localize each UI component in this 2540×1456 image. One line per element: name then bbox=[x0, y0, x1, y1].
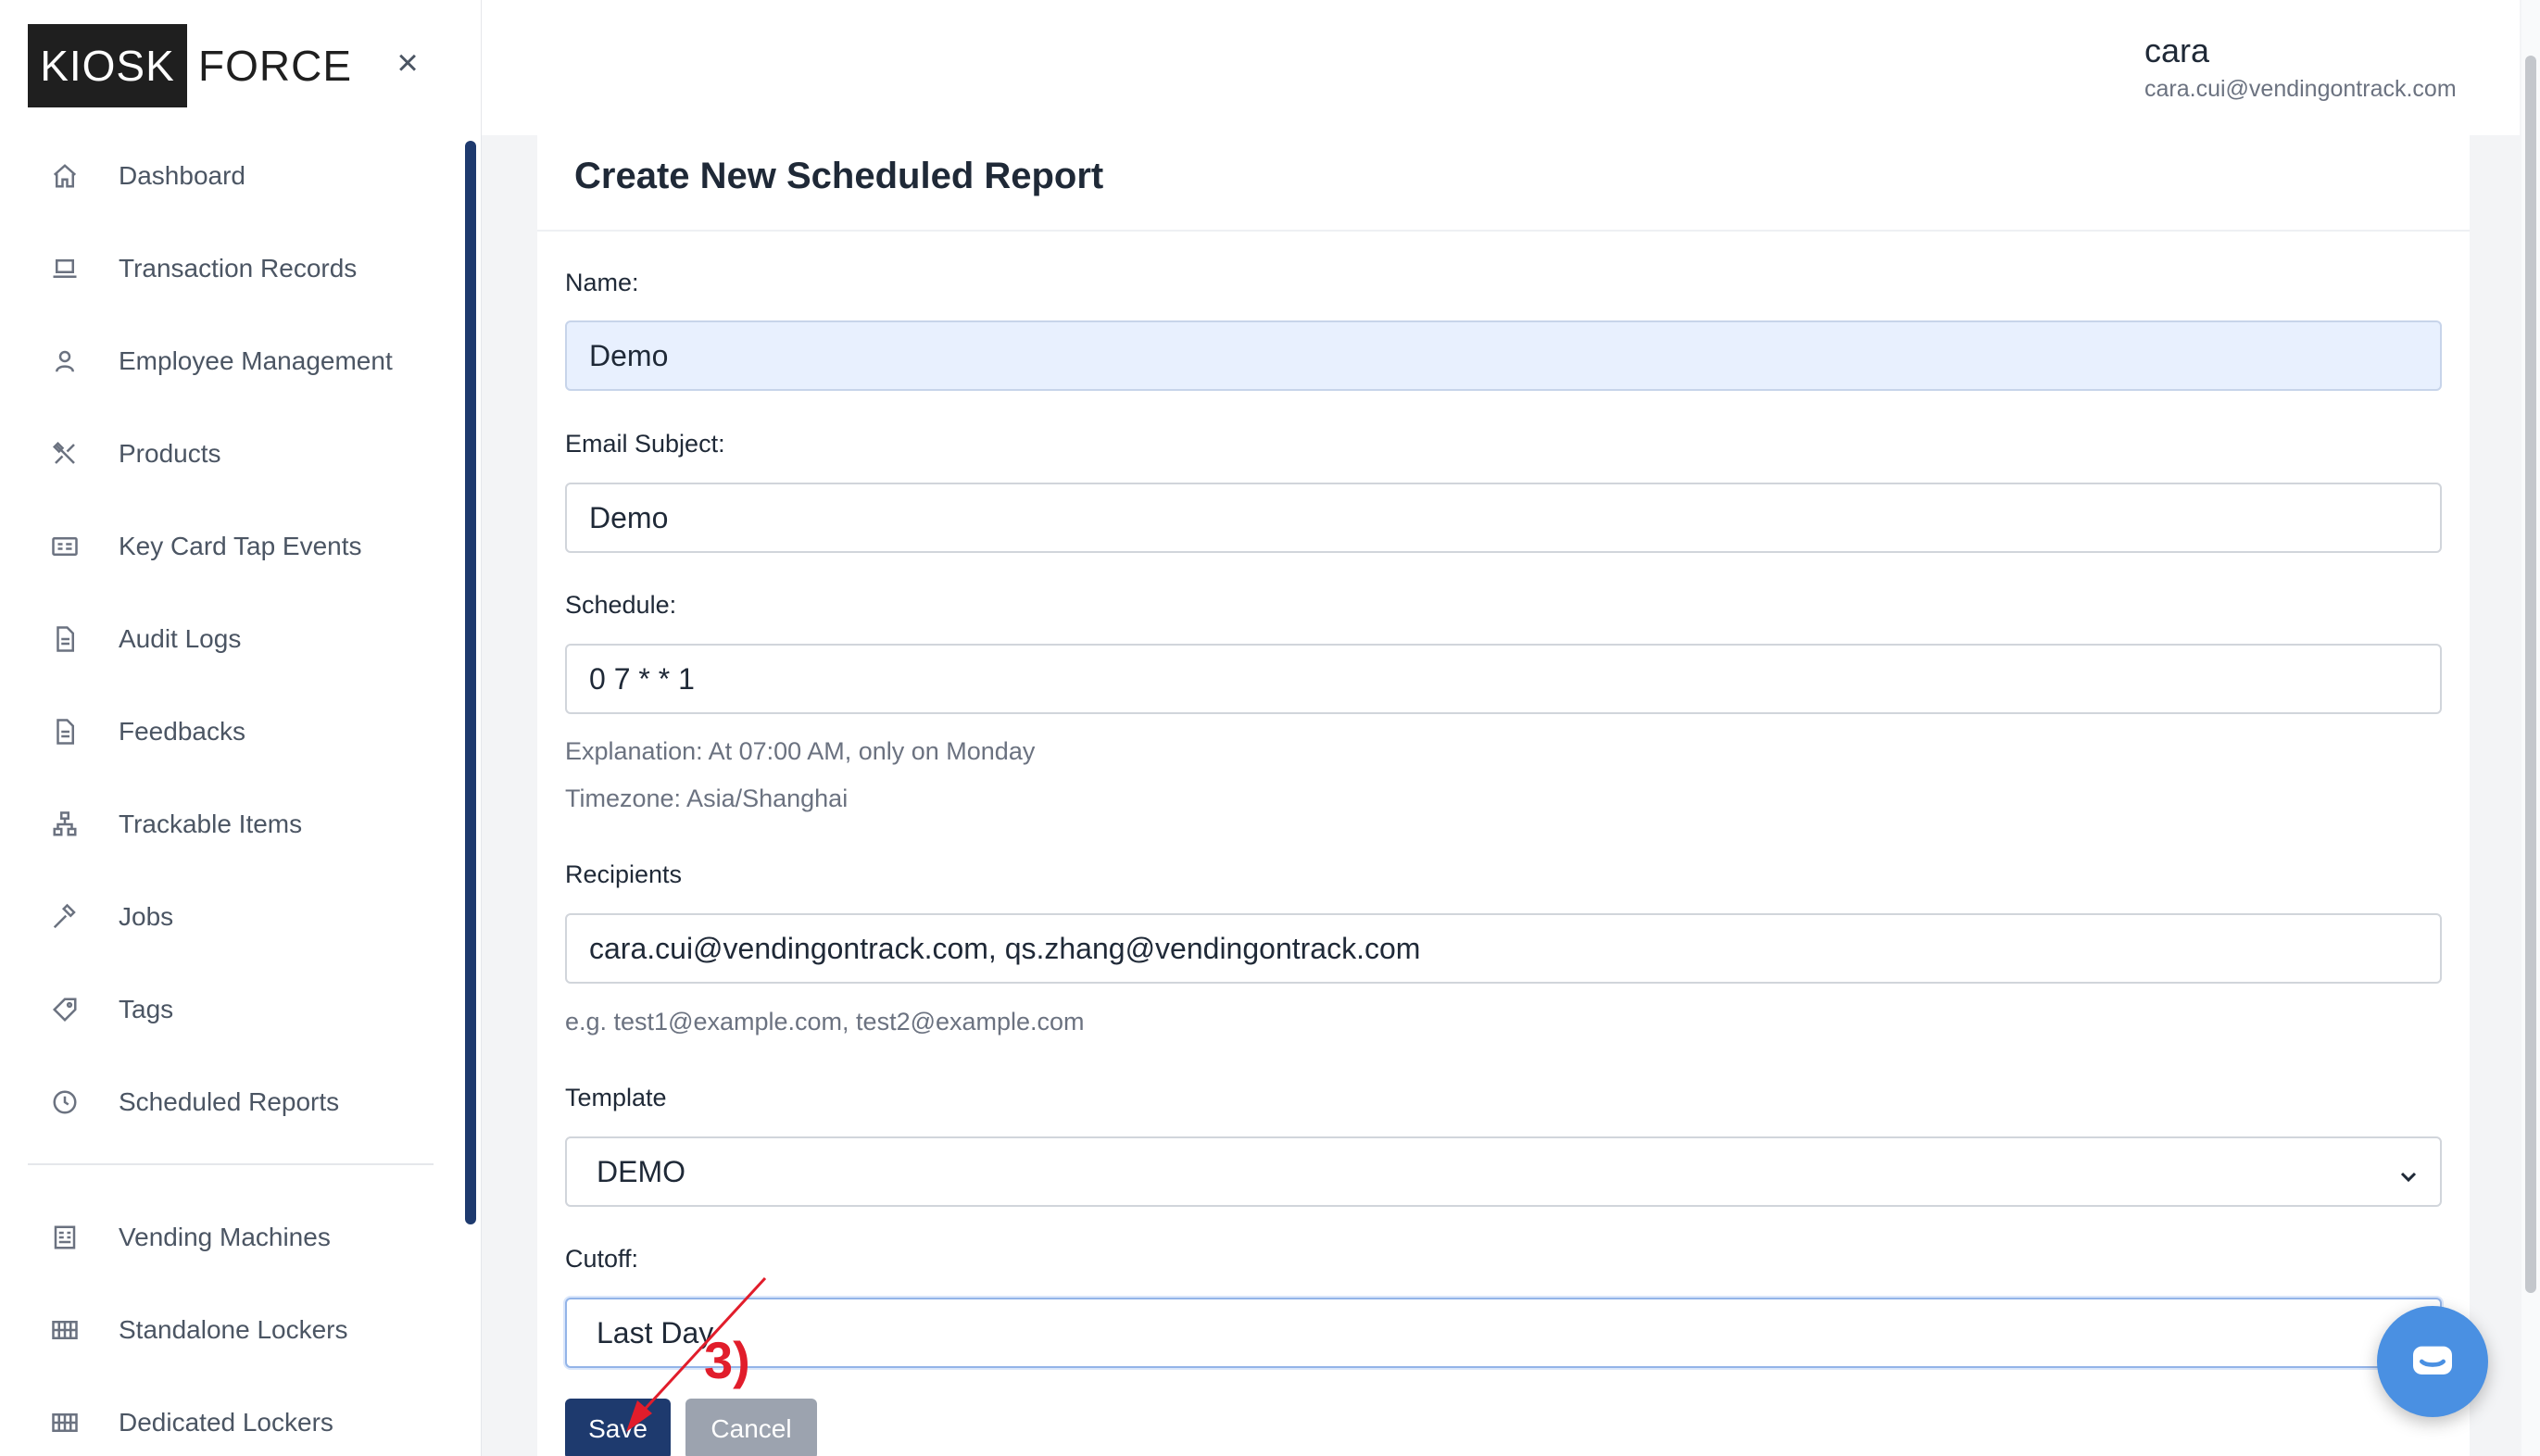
recipients-input[interactable]: cara.cui@vendingontrack.com, qs.zhang@ve… bbox=[565, 913, 2442, 984]
top-header: cara cara.cui@vendingontrack.com bbox=[482, 0, 2520, 135]
user-name[interactable]: cara bbox=[2144, 31, 2209, 70]
user-email: cara.cui@vendingontrack.com bbox=[2144, 76, 2457, 102]
sidebar-item-tags[interactable]: Tags bbox=[0, 963, 463, 1056]
sidebar-item-label: Scheduled Reports bbox=[119, 1087, 340, 1116]
machine-icon bbox=[50, 1223, 80, 1252]
sidebar-item-vending-machines[interactable]: Vending Machines bbox=[0, 1191, 463, 1284]
close-icon[interactable]: × bbox=[389, 43, 426, 83]
schedule-timezone: Timezone: Asia/Shanghai bbox=[565, 784, 849, 812]
sidebar-item-scheduled-reports[interactable]: Scheduled Reports bbox=[0, 1056, 463, 1148]
recipients-label: Recipients bbox=[565, 860, 683, 888]
sidebar-item-label: Products bbox=[119, 439, 221, 468]
schedule-label: Schedule: bbox=[565, 591, 677, 619]
save-button[interactable]: Save bbox=[565, 1399, 671, 1456]
tools-icon bbox=[50, 439, 80, 469]
sidebar: KIOSK FORCE × Dashboard Transaction Reco… bbox=[0, 0, 482, 1456]
sitemap-icon bbox=[50, 810, 80, 839]
sidebar-item-jobs[interactable]: Jobs bbox=[0, 871, 463, 963]
chat-icon bbox=[2413, 1346, 2452, 1374]
name-input[interactable]: Demo bbox=[565, 320, 2442, 391]
chevron-down-icon bbox=[2397, 1161, 2420, 1183]
sidebar-item-label: Standalone Lockers bbox=[119, 1315, 348, 1344]
hammer-icon bbox=[50, 902, 80, 932]
sidebar-item-label: Trackable Items bbox=[119, 810, 303, 838]
email-subject-label: Email Subject: bbox=[565, 430, 725, 458]
schedule-input[interactable]: 0 7 * * 1 bbox=[565, 644, 2442, 714]
sidebar-item-label: Feedbacks bbox=[119, 717, 245, 746]
cutoff-select[interactable]: Last Day bbox=[565, 1298, 2442, 1368]
cancel-button[interactable]: Cancel bbox=[685, 1399, 817, 1456]
sidebar-item-dedicated-lockers[interactable]: Dedicated Lockers bbox=[0, 1376, 463, 1456]
report-form-card: Create New Scheduled Report Name: Demo E… bbox=[537, 135, 2470, 1456]
sidebar-item-label: Employee Management bbox=[119, 346, 393, 375]
schedule-explanation: Explanation: At 07:00 AM, only on Monday bbox=[565, 737, 1036, 765]
sidebar-item-label: Audit Logs bbox=[119, 624, 242, 653]
sidebar-item-employee-management[interactable]: Employee Management bbox=[0, 315, 463, 408]
brand-logo[interactable]: KIOSK FORCE bbox=[28, 24, 352, 107]
sidebar-item-label: Transaction Records bbox=[119, 254, 358, 282]
name-label: Name: bbox=[565, 269, 639, 296]
email-subject-input[interactable]: Demo bbox=[565, 483, 2442, 553]
sidebar-divider bbox=[28, 1163, 434, 1165]
grid-icon bbox=[50, 1408, 80, 1437]
sidebar-item-label: Vending Machines bbox=[119, 1223, 331, 1251]
cutoff-selected-value: Last Day bbox=[597, 1315, 714, 1349]
recipients-hint: e.g. test1@example.com, test2@example.co… bbox=[565, 1008, 1085, 1036]
title-divider bbox=[537, 230, 2470, 232]
sidebar-item-label: Jobs bbox=[119, 902, 174, 931]
sidebar-item-trackable-items[interactable]: Trackable Items bbox=[0, 778, 463, 871]
template-select[interactable]: DEMO bbox=[565, 1136, 2442, 1207]
annotation-step-label: 3) bbox=[704, 1331, 750, 1389]
page-title: Create New Scheduled Report bbox=[574, 156, 1104, 196]
sidebar-item-dashboard[interactable]: Dashboard bbox=[0, 130, 463, 222]
brand-logo-force: FORCE bbox=[198, 42, 352, 90]
sidebar-item-audit-logs[interactable]: Audit Logs bbox=[0, 593, 463, 685]
recipients-value: cara.cui@vendingontrack.com, qs.zhang@ve… bbox=[589, 931, 1421, 965]
chat-widget-button[interactable] bbox=[2377, 1306, 2488, 1417]
email-subject-value: Demo bbox=[589, 500, 669, 534]
sidebar-item-key-card-tap-events[interactable]: Key Card Tap Events bbox=[0, 500, 463, 593]
sidebar-item-label: Dashboard bbox=[119, 161, 245, 190]
cutoff-label: Cutoff: bbox=[565, 1245, 639, 1273]
sidebar-nav: Dashboard Transaction Records Employee M… bbox=[0, 130, 463, 1456]
schedule-value: 0 7 * * 1 bbox=[589, 661, 695, 696]
sidebar-item-label: Key Card Tap Events bbox=[119, 532, 362, 560]
grid-icon bbox=[50, 1315, 80, 1345]
name-input-value: Demo bbox=[589, 338, 669, 372]
brand-logo-kiosk: KIOSK bbox=[28, 24, 187, 107]
laptop-icon bbox=[50, 254, 80, 283]
user-icon bbox=[50, 346, 80, 376]
id-card-icon bbox=[50, 532, 80, 561]
sidebar-item-label: Tags bbox=[119, 995, 174, 1023]
clock-icon bbox=[50, 1087, 80, 1117]
sidebar-item-feedbacks[interactable]: Feedbacks bbox=[0, 685, 463, 778]
sidebar-item-label: Dedicated Lockers bbox=[119, 1408, 333, 1437]
sidebar-item-transaction-records[interactable]: Transaction Records bbox=[0, 222, 463, 315]
template-selected-value: DEMO bbox=[597, 1154, 685, 1188]
template-label: Template bbox=[565, 1084, 667, 1111]
sidebar-scrollbar[interactable] bbox=[465, 141, 476, 1224]
home-icon bbox=[50, 161, 80, 191]
file-icon bbox=[50, 717, 80, 747]
file-icon bbox=[50, 624, 80, 654]
page-scrollbar[interactable] bbox=[2525, 56, 2536, 1293]
sidebar-item-standalone-lockers[interactable]: Standalone Lockers bbox=[0, 1284, 463, 1376]
sidebar-item-products[interactable]: Products bbox=[0, 408, 463, 500]
tag-icon bbox=[50, 995, 80, 1024]
